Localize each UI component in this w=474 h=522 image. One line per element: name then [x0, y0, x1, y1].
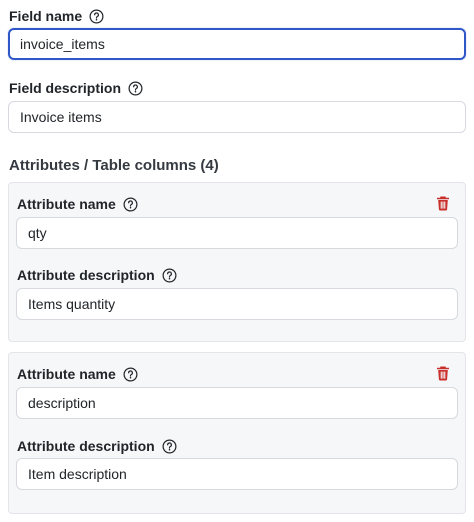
trash-icon[interactable]: [435, 365, 451, 381]
attribute-description-label-text: Attribute description: [17, 267, 155, 283]
field-description-input[interactable]: [8, 101, 466, 133]
attribute-name-input[interactable]: [16, 387, 458, 419]
question-circle-icon[interactable]: [123, 197, 138, 212]
attribute-name-label: Attribute name: [17, 194, 138, 214]
field-description-label: Field description: [9, 78, 143, 98]
attribute-name-label-text: Attribute name: [17, 366, 116, 382]
question-circle-icon[interactable]: [162, 268, 177, 283]
attribute-description-input[interactable]: [16, 458, 458, 490]
question-circle-icon[interactable]: [162, 439, 177, 454]
attribute-description-label-text: Attribute description: [17, 438, 155, 454]
attributes-section-title: Attributes / Table columns (4): [9, 156, 219, 174]
field-name-label-text: Field name: [9, 8, 83, 24]
field-description-label-text: Field description: [9, 80, 122, 96]
attribute-card: Attribute name Attribute description: [8, 352, 466, 514]
question-circle-icon[interactable]: [123, 367, 138, 382]
attribute-description-label: Attribute description: [17, 436, 177, 456]
attribute-card: Attribute name Attribute description: [8, 182, 466, 342]
attribute-name-input[interactable]: [16, 217, 458, 249]
question-circle-icon[interactable]: [128, 81, 143, 96]
question-circle-icon[interactable]: [89, 9, 104, 24]
field-name-input[interactable]: [8, 28, 466, 60]
trash-icon[interactable]: [435, 195, 451, 211]
attribute-name-label-text: Attribute name: [17, 196, 116, 212]
attribute-name-label: Attribute name: [17, 364, 138, 384]
attribute-description-input[interactable]: [16, 288, 458, 320]
field-name-label: Field name: [9, 6, 104, 26]
form-root: Field name Field description Attributes …: [0, 0, 474, 522]
attribute-description-label: Attribute description: [17, 265, 177, 285]
